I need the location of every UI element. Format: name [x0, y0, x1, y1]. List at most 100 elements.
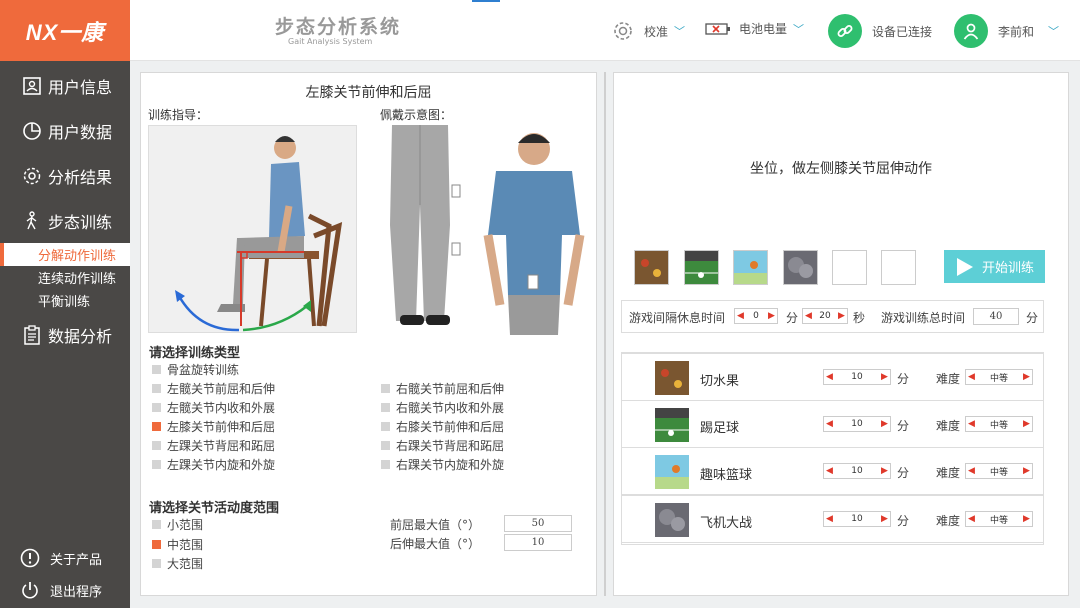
type-option[interactable]: 右膝关节前伸和后屈 — [381, 418, 504, 435]
sidebar-subitem-continuous[interactable]: 连续动作训练 — [0, 266, 130, 289]
difficulty-stepper[interactable]: ◀ 中等 ▶ — [965, 511, 1033, 527]
stepper-value: 中等 — [989, 515, 1008, 526]
decrement-icon[interactable]: ◀ — [803, 311, 814, 321]
power-icon — [22, 582, 38, 599]
game-minutes-stepper[interactable]: ◀ 10 ▶ — [823, 463, 891, 479]
checkbox[interactable] — [381, 441, 390, 450]
decrement-icon[interactable]: ◀ — [966, 419, 977, 429]
flex-max-input[interactable]: 50 — [504, 515, 572, 532]
wear-diagram-image — [380, 125, 590, 335]
sidebar-subitem-decomposed[interactable]: 分解动作训练 — [0, 243, 130, 266]
difficulty-stepper[interactable]: ◀ 中等 ▶ — [965, 463, 1033, 479]
game-row: 切水果 ◀ 10 ▶ 分 难度 ◀ 中等 ▶ — [621, 353, 1044, 401]
increment-icon[interactable]: ▶ — [879, 372, 890, 382]
range-option[interactable]: 中范围 — [152, 536, 203, 553]
sidebar-item-analysis[interactable]: 分析结果 — [0, 153, 130, 198]
decrement-icon[interactable]: ◀ — [824, 514, 835, 524]
decrement-icon[interactable]: ◀ — [966, 372, 977, 382]
increment-icon[interactable]: ▶ — [836, 311, 847, 321]
checkbox[interactable] — [152, 384, 161, 393]
checkbox[interactable] — [381, 384, 390, 393]
decrement-icon[interactable]: ◀ — [735, 311, 746, 321]
type-option[interactable]: 左踝关节背屈和跖屈 — [152, 437, 275, 454]
user-menu[interactable]: 李前和 ﹀ — [954, 14, 1059, 48]
sidebar-item-data-analysis[interactable]: 数据分析 — [0, 312, 130, 357]
stepper-value: 中等 — [989, 373, 1008, 384]
pie-chart-icon — [23, 121, 41, 140]
sidebar-item-label: 用户信息 — [48, 77, 113, 97]
about-button[interactable]: 关于产品 — [20, 548, 102, 568]
top-header: 步态分析系统 Gait Analysis System 校准 ﹀ 电池电量 ﹀ 设备… — [130, 0, 1080, 61]
option-label: 骨盆旋转训练 — [167, 363, 240, 377]
type-option[interactable]: 左踝关节内旋和外旋 — [152, 456, 275, 473]
game-thumb-fruit[interactable] — [634, 250, 669, 285]
decrement-icon[interactable]: ◀ — [966, 466, 977, 476]
checkbox[interactable] — [381, 422, 390, 431]
rest-minutes-stepper[interactable]: ◀ 0 ▶ — [734, 308, 778, 324]
type-option[interactable]: 右踝关节内旋和外旋 — [381, 456, 504, 473]
type-option[interactable]: 左膝关节前伸和后屈 — [152, 418, 275, 435]
game-minutes-stepper[interactable]: ◀ 10 ▶ — [823, 511, 891, 527]
decrement-icon[interactable]: ◀ — [966, 514, 977, 524]
increment-icon[interactable]: ▶ — [1021, 372, 1032, 382]
checkbox[interactable] — [152, 365, 161, 374]
type-option[interactable]: 右髋关节前屈和后伸 — [381, 380, 504, 397]
checkbox[interactable] — [381, 460, 390, 469]
decrement-icon[interactable]: ◀ — [824, 372, 835, 382]
increment-icon[interactable]: ▶ — [1021, 514, 1032, 524]
subitem-label: 分解动作训练 — [38, 249, 117, 264]
decrement-icon[interactable]: ◀ — [824, 419, 835, 429]
checkbox[interactable] — [152, 441, 161, 450]
increment-icon[interactable]: ▶ — [1021, 466, 1032, 476]
decrement-icon[interactable]: ◀ — [824, 466, 835, 476]
start-training-button[interactable]: 开始训练 — [944, 250, 1045, 283]
stepper-value: 10 — [851, 419, 863, 429]
rest-seconds-stepper[interactable]: ◀ 20 ▶ — [802, 308, 848, 324]
clipboard-icon — [24, 324, 40, 345]
increment-icon[interactable]: ▶ — [879, 419, 890, 429]
checkbox[interactable] — [381, 403, 390, 412]
increment-icon[interactable]: ▶ — [1021, 419, 1032, 429]
range-option[interactable]: 小范围 — [152, 516, 203, 533]
checkbox[interactable] — [152, 403, 161, 412]
sidebar-item-label: 步态训练 — [48, 212, 113, 232]
range-option[interactable]: 大范围 — [152, 555, 203, 572]
game-thumb-soccer[interactable] — [684, 250, 719, 285]
sidebar-subitem-balance[interactable]: 平衡训练 — [0, 289, 130, 312]
chevron-down-icon: ﹀ — [1048, 25, 1060, 38]
type-option[interactable]: 右踝关节背屈和跖屈 — [381, 437, 504, 454]
checkbox[interactable] — [152, 460, 161, 469]
increment-icon[interactable]: ▶ — [879, 466, 890, 476]
checkbox-selected[interactable] — [152, 422, 161, 431]
difficulty-stepper[interactable]: ◀ 中等 ▶ — [965, 416, 1033, 432]
stepper-value: 10 — [851, 514, 863, 524]
game-minutes-stepper[interactable]: ◀ 10 ▶ — [823, 369, 891, 385]
sidebar-item-gait-training[interactable]: 步态训练 — [0, 198, 130, 243]
range-heading: 请选择关节活动度范围 — [149, 501, 280, 516]
total-time-input[interactable]: 40 — [973, 308, 1019, 325]
minutes-unit: 分 — [897, 514, 910, 528]
increment-icon[interactable]: ▶ — [879, 514, 890, 524]
difficulty-stepper[interactable]: ◀ 中等 ▶ — [965, 369, 1033, 385]
ext-max-input[interactable]: 10 — [504, 534, 572, 551]
battery-empty-icon — [705, 22, 730, 35]
type-option[interactable]: 骨盆旋转训练 — [152, 361, 239, 378]
type-option[interactable]: 左髋关节内收和外展 — [152, 399, 275, 416]
type-option[interactable]: 左髋关节前屈和后伸 — [152, 380, 275, 397]
increment-icon[interactable]: ▶ — [766, 311, 777, 321]
type-option[interactable]: 右髋关节内收和外展 — [381, 399, 504, 416]
checkbox-selected[interactable] — [152, 540, 161, 549]
battery-dropdown[interactable]: 电池电量 ﹀ — [705, 20, 804, 37]
game-minutes-stepper[interactable]: ◀ 10 ▶ — [823, 416, 891, 432]
checkbox[interactable] — [152, 559, 161, 568]
checkbox[interactable] — [152, 520, 161, 529]
sidebar-item-user-info[interactable]: 用户信息 — [0, 63, 130, 108]
walking-person-icon — [26, 210, 37, 229]
game-thumb-basketball[interactable] — [733, 250, 768, 285]
calibrate-dropdown[interactable]: 校准 ﹀ — [612, 20, 685, 42]
exit-button[interactable]: 退出程序 — [20, 580, 102, 600]
game-thumb-empty[interactable] — [881, 250, 916, 285]
sidebar-item-user-data[interactable]: 用户数据 — [0, 108, 130, 153]
game-thumb-empty[interactable] — [832, 250, 867, 285]
game-thumb-plane[interactable] — [783, 250, 818, 285]
